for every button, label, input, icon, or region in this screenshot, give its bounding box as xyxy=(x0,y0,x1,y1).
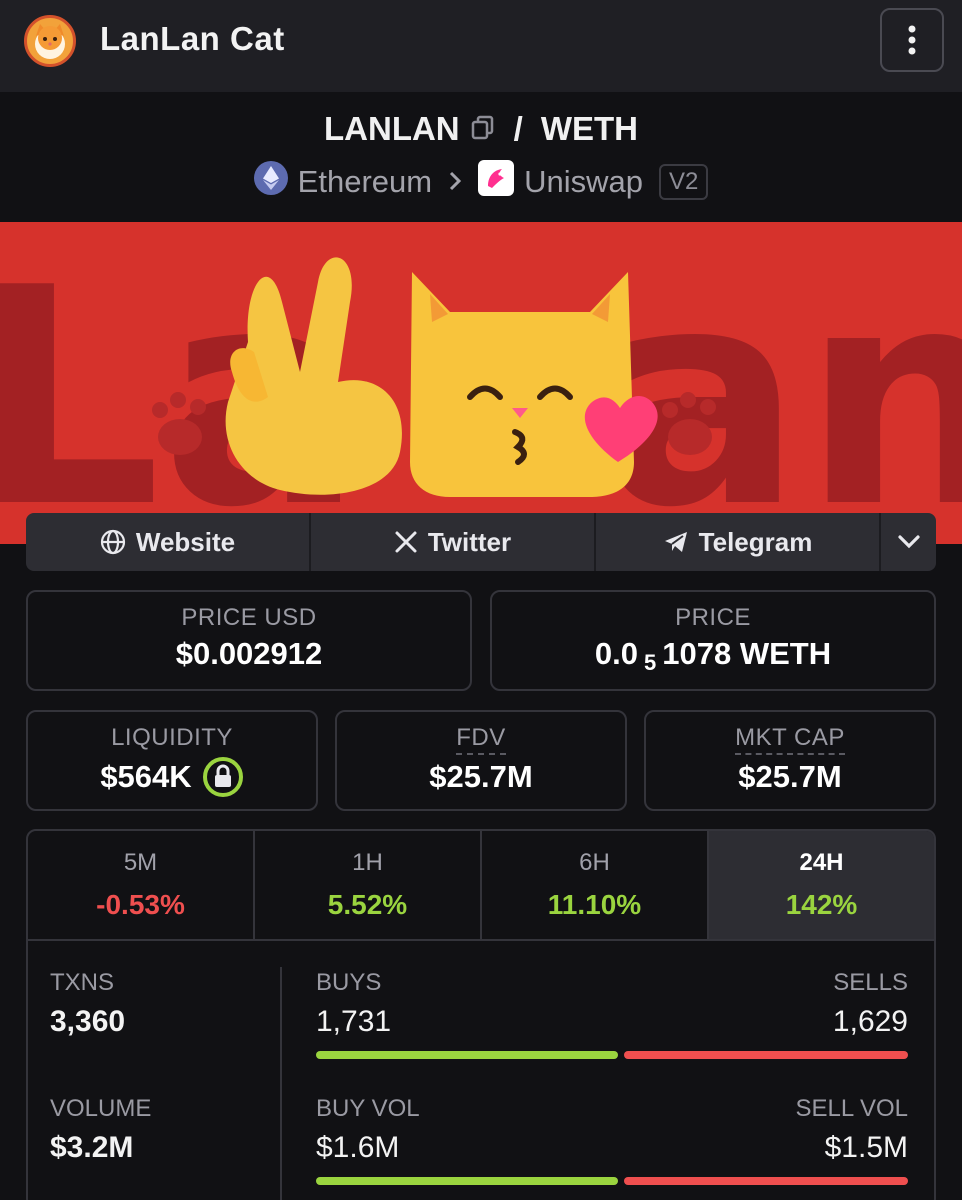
tab-5m[interactable]: 5M -0.53% xyxy=(28,831,255,939)
buys-label: BUYS xyxy=(316,969,382,996)
volume-value: $3.2M xyxy=(50,1131,134,1164)
fdv-card: FDV $25.7M xyxy=(335,710,627,811)
social-links-bar: Website Twitter Telegram xyxy=(26,513,936,571)
tab-6h[interactable]: 6H 11.10% xyxy=(482,831,709,939)
tab-change: 5.52% xyxy=(327,889,408,920)
mkt-cap-label[interactable]: MKT CAP xyxy=(735,724,845,755)
dex-name[interactable]: Uniswap xyxy=(524,164,643,200)
quote-token-symbol: WETH xyxy=(540,110,638,147)
copy-address-icon[interactable] xyxy=(470,110,496,148)
price-prefix: 0.0 xyxy=(594,636,638,671)
telegram-link-button[interactable]: Telegram xyxy=(596,513,881,571)
buy-sell-column: BUYS 1,731 SELLS 1,629 BUY VOL $1.6M SEL… xyxy=(316,969,908,1185)
tab-change: 142% xyxy=(785,889,858,920)
more-menu-button[interactable] xyxy=(880,8,944,72)
buy-vol-label: BUY VOL xyxy=(316,1095,420,1122)
price-suffix: 1078 WETH xyxy=(662,636,832,671)
price-native-card: PRICE 0.0 5 1078 WETH xyxy=(490,590,936,691)
buy-vol-bar xyxy=(316,1177,619,1185)
mkt-cap-value: $25.7M xyxy=(738,759,842,794)
sell-vol-label: SELL VOL xyxy=(795,1095,908,1122)
tab-change: 11.10% xyxy=(547,889,642,920)
liquidity-label: LIQUIDITY xyxy=(111,724,233,751)
twitter-label: Twitter xyxy=(427,526,512,557)
buy-vol-value: $1.6M xyxy=(316,1131,400,1164)
buys-value: 1,731 xyxy=(316,1005,392,1038)
token-banner-image: La an xyxy=(0,222,962,544)
price-usd-card: PRICE USD $0.002912 xyxy=(26,590,472,691)
telegram-label: Telegram xyxy=(698,526,813,557)
buy-sell-volume-bar xyxy=(316,1177,908,1185)
tab-label: 24H xyxy=(799,849,844,876)
mkt-cap-card: MKT CAP $25.7M xyxy=(644,710,936,811)
buy-sell-ratio-bar xyxy=(316,1051,908,1059)
chain-name[interactable]: Ethereum xyxy=(298,164,432,200)
sells-bar xyxy=(623,1051,908,1059)
lock-icon[interactable] xyxy=(202,756,244,798)
price-usd-label: PRICE USD xyxy=(181,604,317,631)
ethereum-icon xyxy=(253,161,288,203)
app-title: LanLan Cat xyxy=(100,20,285,57)
base-token-symbol: LANLAN xyxy=(324,110,460,147)
tab-24h[interactable]: 24H 142% xyxy=(709,831,934,939)
telegram-icon xyxy=(664,532,687,552)
price-zero-count: 5 xyxy=(644,650,657,675)
chevron-down-icon xyxy=(897,535,920,549)
tab-change: -0.53% xyxy=(96,889,185,920)
x-logo-icon xyxy=(395,531,417,553)
buys-bar xyxy=(316,1051,618,1059)
website-label: Website xyxy=(135,526,236,557)
chevron-right-icon xyxy=(448,164,462,200)
tab-label: 6H xyxy=(579,849,610,876)
website-link-button[interactable]: Website xyxy=(26,513,311,571)
txns-label: TXNS xyxy=(50,969,115,996)
totals-column: TXNS 3,360 VOLUME $3.2M xyxy=(50,969,280,1165)
price-usd-value: $0.002912 xyxy=(175,636,323,671)
sell-vol-bar xyxy=(624,1177,908,1185)
pair-separator: / xyxy=(513,110,523,147)
sells-value: 1,629 xyxy=(832,1005,908,1038)
tab-label: 1H xyxy=(352,849,383,876)
svg-text:an: an xyxy=(600,224,962,544)
liquidity-value: $564K xyxy=(100,759,192,794)
price-native-label: PRICE xyxy=(675,604,751,631)
token-avatar xyxy=(24,15,76,67)
price-native-value: 0.0 5 1078 WETH xyxy=(492,636,934,676)
fdv-value: $25.7M xyxy=(429,759,533,794)
tab-1h[interactable]: 1H 5.52% xyxy=(255,831,482,939)
pair-header: LANLAN / WETH Ethereum Uniswap V2 xyxy=(0,92,962,222)
column-divider xyxy=(280,967,282,1200)
dex-version-badge: V2 xyxy=(658,164,709,200)
fdv-label[interactable]: FDV xyxy=(456,724,506,755)
activity-panel: 5M -0.53% 1H 5.52% 6H 11.10% 24H 142% TX… xyxy=(26,829,936,1200)
globe-icon xyxy=(100,529,125,555)
liquidity-card: LIQUIDITY $564K xyxy=(26,710,318,811)
kebab-icon xyxy=(908,25,916,55)
volume-label: VOLUME xyxy=(50,1095,152,1122)
txns-value: 3,360 xyxy=(50,1005,126,1038)
tab-label: 5M xyxy=(123,849,158,876)
sells-label: SELLS xyxy=(833,969,908,996)
twitter-link-button[interactable]: Twitter xyxy=(311,513,596,571)
more-links-button[interactable] xyxy=(881,513,936,571)
app-header: LanLan Cat xyxy=(0,0,962,92)
uniswap-icon xyxy=(478,160,515,204)
sell-vol-value: $1.5M xyxy=(824,1131,908,1164)
timeframe-tabs: 5M -0.53% 1H 5.52% 6H 11.10% 24H 142% xyxy=(28,831,934,941)
